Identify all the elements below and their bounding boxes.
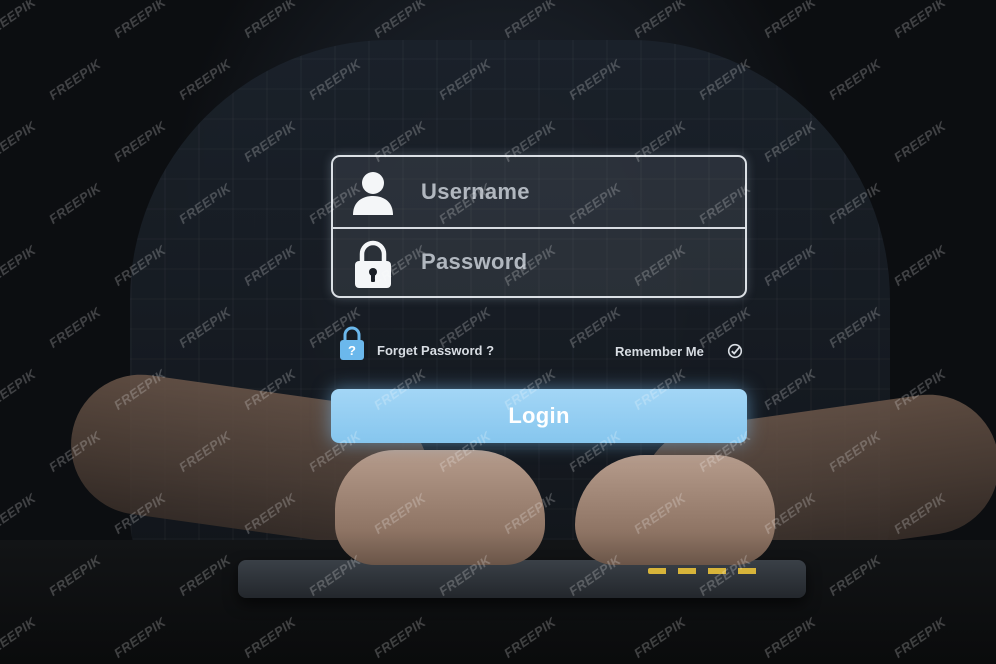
padlock-icon xyxy=(355,240,391,288)
username-field[interactable]: Username xyxy=(333,157,745,227)
background-photo xyxy=(0,0,996,664)
username-placeholder: Username xyxy=(421,179,530,204)
login-button-label: Login xyxy=(508,403,570,428)
credentials-panel: Username Password xyxy=(331,155,747,298)
user-icon xyxy=(353,172,393,215)
password-placeholder: Password xyxy=(421,249,528,274)
login-button[interactable]: Login xyxy=(331,389,747,443)
keyboard xyxy=(238,560,806,598)
right-hand xyxy=(575,455,775,565)
padlock-question-icon: ? xyxy=(340,326,364,360)
left-hand xyxy=(335,450,545,565)
forgot-password-label: Forget Password ? xyxy=(377,343,495,358)
password-field[interactable]: Password xyxy=(333,228,745,298)
remember-me-label[interactable]: Remember Me xyxy=(615,344,704,359)
check-circle-icon[interactable] xyxy=(727,343,743,359)
svg-text:?: ? xyxy=(348,343,356,358)
